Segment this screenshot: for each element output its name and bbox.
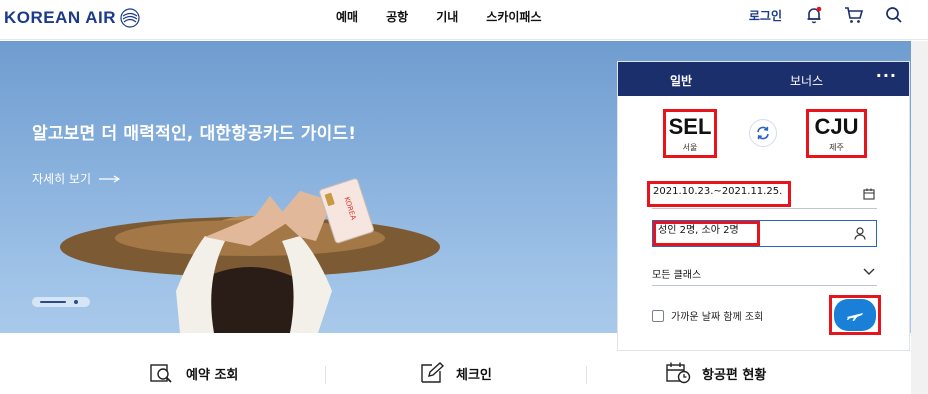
search-flights-button[interactable] [829, 295, 881, 335]
departure-city: 서울 [682, 143, 698, 152]
nearby-dates-option[interactable]: 가까운 날짜 함께 조회 [652, 308, 763, 323]
travel-dates-field[interactable]: 2021.10.23.~2021.11.25. [647, 181, 877, 209]
cabin-class-select[interactable]: 모든 클래스 [652, 260, 877, 286]
shopping-cart-icon[interactable] [844, 5, 864, 25]
cabin-class-value: 모든 클래스 [652, 270, 702, 281]
reservation-lookup-link[interactable]: 예약 조회 [150, 362, 238, 384]
tab-bonus[interactable]: 보너스 [790, 72, 823, 89]
flight-status-label: 항공편 현황 [702, 367, 767, 383]
calendar-icon [863, 188, 875, 200]
booking-tabs: 일반 보너스 ··· [618, 62, 909, 99]
check-in-label: 체크인 [456, 367, 492, 383]
divider [325, 366, 326, 384]
search-document-icon [150, 364, 172, 383]
brand-name: KOREAN AIR [4, 8, 117, 27]
korean-air-logo[interactable]: KOREAN AIR [4, 7, 141, 29]
taeguk-emblem-icon [120, 8, 140, 28]
swap-airports-button[interactable] [749, 119, 777, 147]
arrival-airport[interactable]: CJU 제주 [806, 109, 867, 158]
active-slide-indicator[interactable] [40, 301, 66, 303]
menu-airport[interactable]: 공항 [386, 8, 408, 25]
slide-pager[interactable] [32, 297, 90, 307]
departure-code: SEL [668, 114, 712, 139]
menu-inflight[interactable]: 기내 [436, 8, 458, 25]
tab-general[interactable]: 일반 [647, 72, 715, 99]
search-icon[interactable] [884, 5, 904, 25]
passenger-value: 성인 2명, 소아 2명 [653, 221, 760, 246]
hero-more-link[interactable]: 자세히 보기 [32, 170, 121, 187]
utility-menu: 로그인 [749, 0, 928, 30]
arrow-right-icon [99, 174, 121, 183]
nearby-dates-label: 가까운 날짜 함께 조회 [671, 312, 764, 323]
swap-arrows-icon [757, 126, 769, 140]
menu-booking[interactable]: 예매 [336, 8, 358, 25]
chevron-down-icon [863, 268, 875, 275]
search-button-face[interactable] [834, 299, 876, 331]
flight-status-link[interactable]: 항공편 현황 [666, 362, 766, 384]
arrival-city: 제주 [829, 143, 844, 152]
notification-bell-icon[interactable] [804, 5, 824, 25]
menu-skypass[interactable]: 스카이패스 [486, 8, 541, 25]
login-link[interactable]: 로그인 [749, 7, 782, 24]
calendar-clock-icon [666, 362, 691, 384]
quick-links-bar: 예약 조회 체크인 항공편 현황 [0, 352, 911, 394]
slide-dot[interactable] [74, 300, 78, 304]
flight-booking-widget: 일반 보너스 ··· SEL 서울 CJU 제주 2021.10.23.~202… [617, 61, 910, 351]
arrival-code: CJU [814, 114, 859, 139]
more-link-label: 자세히 보기 [32, 172, 92, 186]
check-in-link[interactable]: 체크인 [420, 362, 492, 384]
airplane-icon [847, 313, 863, 321]
person-icon [854, 227, 866, 240]
passenger-field[interactable]: 성인 2명, 소아 2명 [652, 220, 877, 247]
top-navigation: KOREAN AIR 예매 공항 기내 스카이패스 로그인 [0, 0, 928, 40]
reservation-lookup-label: 예약 조회 [186, 367, 239, 383]
hero-headline: 알고보면 더 매력적인, 대한항공카드 가이드! [32, 124, 357, 144]
more-options-icon[interactable]: ··· [876, 66, 897, 85]
departure-airport[interactable]: SEL 서울 [663, 109, 717, 158]
divider [586, 366, 587, 384]
page-scrollbar[interactable] [911, 41, 928, 394]
pen-edit-icon [421, 362, 445, 383]
travel-dates-value: 2021.10.23.~2021.11.25. [647, 181, 791, 207]
nearby-dates-checkbox[interactable] [652, 309, 664, 322]
main-menu: 예매 공항 기내 스카이패스 [336, 0, 569, 32]
